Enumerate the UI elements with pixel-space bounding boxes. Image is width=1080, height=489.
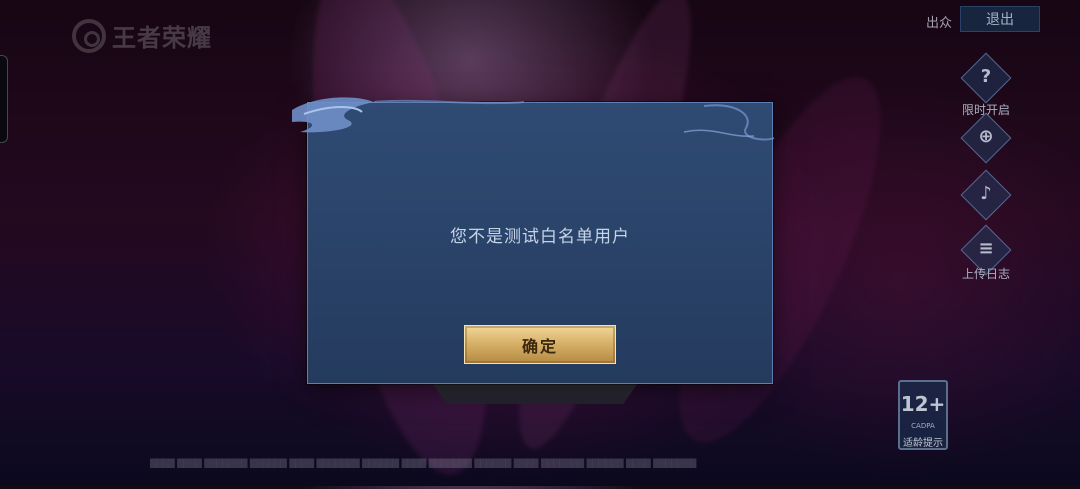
confirm-button[interactable]: 确定 [464,325,616,364]
dialog-cloud-ornament [292,97,775,141]
dialog-message: 您不是测试白名单用户 [450,227,630,247]
